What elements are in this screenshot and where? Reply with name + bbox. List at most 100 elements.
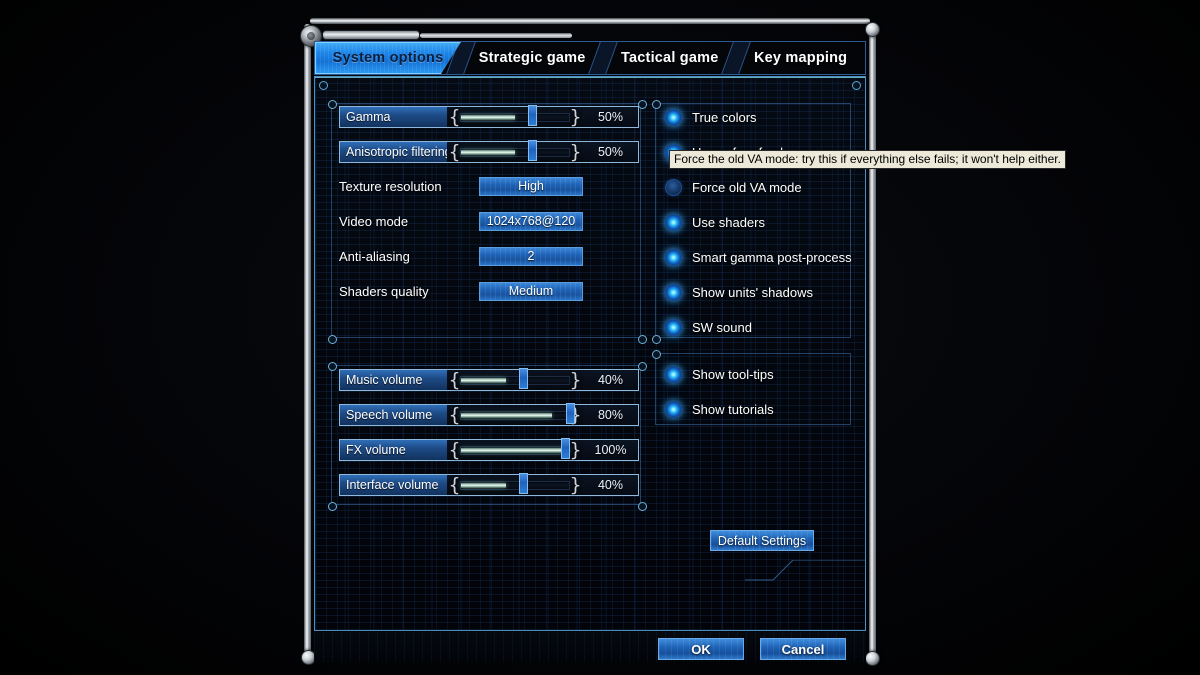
panel-corner-marker xyxy=(319,81,328,90)
slider-fill xyxy=(461,378,507,383)
slider-endcap-right-icon: } xyxy=(569,369,582,391)
cancel-button[interactable]: Cancel xyxy=(760,638,846,660)
slider-row-gamma[interactable]: Gamma { } 50% xyxy=(339,105,639,128)
tab-system-options[interactable]: System options xyxy=(315,42,461,74)
slider-track xyxy=(460,481,570,490)
checkbox-indicator-icon[interactable] xyxy=(665,365,682,383)
slider-track-area[interactable]: { } xyxy=(447,403,583,426)
slider-row-speech-volume[interactable]: Speech volume { } 80% xyxy=(339,403,639,426)
slider-handle[interactable] xyxy=(565,403,575,424)
checkbox-indicator-icon[interactable] xyxy=(665,283,682,301)
slider-handle[interactable] xyxy=(518,473,528,494)
checkbox-indicator-icon[interactable] xyxy=(665,178,682,196)
checkbox-row-use-shaders[interactable]: Use shaders xyxy=(665,212,765,232)
slider-track-area[interactable]: { } xyxy=(447,438,583,461)
checkbox-row-true-colors[interactable]: True colors xyxy=(665,107,757,127)
slider-endcap-right-icon: } xyxy=(569,141,582,163)
checkbox-indicator-icon[interactable] xyxy=(665,213,682,231)
group-corner-marker xyxy=(638,100,647,109)
slider-endcap-right-icon: } xyxy=(569,106,582,128)
tab-bar: System options Strategic game Tactical g… xyxy=(314,41,866,75)
slider-track xyxy=(460,376,570,385)
options-window: System options Strategic game Tactical g… xyxy=(300,14,880,666)
tab-strategic-game[interactable]: Strategic game xyxy=(461,42,603,74)
dropdown-row-shaders-quality: Shaders quality Medium xyxy=(339,281,583,301)
checkbox-indicator-icon[interactable] xyxy=(665,108,682,126)
panel-corner-marker xyxy=(852,81,861,90)
dropdown-label: Texture resolution xyxy=(339,178,442,194)
dropdown-texture-resolution[interactable]: High xyxy=(479,176,583,196)
slider-row-interface-volume[interactable]: Interface volume { } 40% xyxy=(339,473,639,496)
group-corner-marker xyxy=(328,502,337,511)
window-frame-arm xyxy=(322,30,420,40)
group-corner-marker xyxy=(652,100,661,109)
checkbox-row-smart-gamma-post-process[interactable]: Smart gamma post-process xyxy=(665,247,852,267)
tab-key-mapping[interactable]: Key mapping xyxy=(736,42,865,74)
tab-label: Tactical game xyxy=(621,50,719,66)
slider-endcap-right-icon: } xyxy=(569,439,582,461)
slider-handle[interactable] xyxy=(518,368,528,389)
checkbox-label: Show tool-tips xyxy=(692,366,774,382)
window-frame-right-rail xyxy=(869,24,876,660)
slider-handle[interactable] xyxy=(527,140,537,161)
checkbox-indicator-icon[interactable] xyxy=(665,318,682,336)
group-corner-marker xyxy=(638,335,647,344)
checkbox-label: Use shaders xyxy=(692,214,765,230)
slider-fill xyxy=(461,150,515,155)
dropdown-row-texture-resolution: Texture resolution High xyxy=(339,176,583,196)
slider-value: 80% xyxy=(583,404,639,426)
dropdown-label: Anti-aliasing xyxy=(339,248,410,264)
slider-value: 50% xyxy=(583,141,639,163)
slider-track-area[interactable]: { } xyxy=(447,368,583,391)
slider-track xyxy=(460,148,570,157)
panel-corner-decoration xyxy=(745,560,865,581)
slider-track-area[interactable]: { } xyxy=(447,105,583,128)
slider-handle[interactable] xyxy=(561,438,570,459)
dropdown-anti-aliasing[interactable]: 2 xyxy=(479,246,583,266)
checkbox-row-show-tool-tips[interactable]: Show tool-tips xyxy=(665,364,774,384)
checkbox-label: Force old VA mode xyxy=(692,179,802,195)
slider-track-area[interactable]: { } xyxy=(447,473,583,496)
slider-label: FX volume xyxy=(339,439,447,461)
group-corner-marker xyxy=(638,362,647,371)
checkbox-indicator-icon[interactable] xyxy=(665,248,682,266)
slider-label: Interface volume xyxy=(339,474,447,496)
slider-track xyxy=(460,113,570,122)
slider-row-fx-volume[interactable]: FX volume { } 100% xyxy=(339,438,639,461)
slider-value: 40% xyxy=(583,369,639,391)
slider-row-music-volume[interactable]: Music volume { } 40% xyxy=(339,368,639,391)
slider-label: Gamma xyxy=(339,106,447,128)
checkbox-label: Smart gamma post-process xyxy=(692,249,852,265)
slider-endcap-left-icon: { xyxy=(448,474,461,496)
checkbox-row-sw-sound[interactable]: SW sound xyxy=(665,317,752,337)
group-corner-marker xyxy=(328,362,337,371)
checkbox-row-show-units-shadows[interactable]: Show units' shadows xyxy=(665,282,813,302)
window-frame-top-rail xyxy=(310,18,870,24)
dropdown-row-anti-aliasing: Anti-aliasing 2 xyxy=(339,246,583,266)
default-settings-button[interactable]: Default Settings xyxy=(710,530,814,551)
group-corner-marker xyxy=(652,335,661,344)
group-corner-marker xyxy=(328,335,337,344)
checkbox-row-show-tutorials[interactable]: Show tutorials xyxy=(665,399,774,419)
window-frame-arm-secondary xyxy=(420,33,572,38)
frame-hinge-top-right xyxy=(865,22,880,37)
group-corner-marker xyxy=(652,350,661,359)
slider-handle[interactable] xyxy=(527,105,537,126)
slider-track-area[interactable]: { } xyxy=(447,140,583,163)
ok-button[interactable]: OK xyxy=(658,638,744,660)
checkbox-label: SW sound xyxy=(692,319,752,335)
slider-row-anisotropic-filtering[interactable]: Anisotropic filtering { } 50% xyxy=(339,140,639,163)
slider-track xyxy=(460,446,570,455)
tab-tactical-game[interactable]: Tactical game xyxy=(603,42,736,74)
dropdown-shaders-quality[interactable]: Medium xyxy=(479,281,583,301)
group-corner-marker xyxy=(638,502,647,511)
slider-fill xyxy=(461,448,569,453)
slider-label: Speech volume xyxy=(339,404,447,426)
tab-label: System options xyxy=(332,50,444,66)
checkbox-indicator-icon[interactable] xyxy=(665,400,682,418)
dropdown-label: Shaders quality xyxy=(339,283,429,299)
dropdown-video-mode[interactable]: 1024x768@120 xyxy=(479,211,583,231)
checkbox-row-force-old-va-mode[interactable]: Force old VA mode xyxy=(665,177,802,197)
slider-fill xyxy=(461,413,552,418)
dropdown-label: Video mode xyxy=(339,213,409,229)
